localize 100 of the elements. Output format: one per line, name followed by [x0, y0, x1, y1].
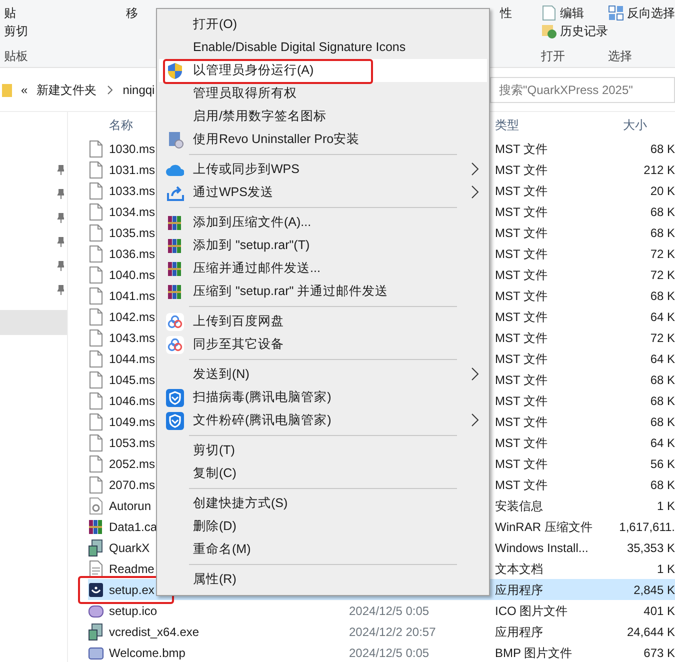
- menu-item[interactable]: 打开(O): [159, 13, 487, 36]
- stacked-books-icon: [167, 260, 183, 278]
- type-cell-text: WinRAR 压缩文件: [495, 518, 594, 536]
- overflow-chevron[interactable]: «: [21, 80, 28, 98]
- size-cell-text: 72 K: [649, 266, 675, 284]
- ribbon-group-label: 贴板: [4, 48, 29, 65]
- menu-item[interactable]: 压缩到 "setup.rar" 并通过邮件发送: [159, 280, 487, 303]
- menu-item[interactable]: 上传或同步到WPS: [159, 158, 487, 181]
- file-icon[interactable]: [88, 224, 104, 242]
- file-icon[interactable]: [88, 350, 104, 368]
- stacked-books-icon: [167, 214, 183, 232]
- menu-item[interactable]: 管理员取得所有权: [159, 82, 487, 105]
- type-cell-text: MST 文件: [495, 414, 548, 430]
- document-icon[interactable]: [541, 5, 557, 21]
- pin-icon[interactable]: [56, 285, 64, 295]
- size-cell-text: 1 K: [656, 560, 675, 578]
- menu-item[interactable]: 复制(C): [159, 462, 487, 485]
- file-icon[interactable]: [88, 182, 104, 200]
- installer-icon[interactable]: [88, 622, 104, 640]
- pin-icon[interactable]: [56, 165, 64, 175]
- type-cell-text: MST 文件: [495, 182, 548, 200]
- history-icon[interactable]: [541, 23, 557, 39]
- ribbon-command[interactable]: 贴: [4, 4, 16, 22]
- menu-item[interactable]: 添加到压缩文件(A)...: [159, 211, 487, 234]
- installer-icon[interactable]: [88, 538, 104, 556]
- breadcrumb[interactable]: ningqi: [122, 80, 155, 98]
- menu-item[interactable]: 重命名(M): [159, 538, 487, 561]
- date-cell-text: 2024/12/5 0:05: [349, 602, 430, 620]
- menu-item[interactable]: 以管理员身份运行(A): [159, 59, 487, 82]
- file-icon[interactable]: [88, 434, 104, 452]
- file-name[interactable]: Welcome.bmp: [109, 644, 349, 662]
- shield-icon: [166, 412, 184, 430]
- size-cell-text: 68 K: [649, 476, 675, 494]
- type-cell-text: MST 文件: [495, 372, 548, 388]
- folder-icon: [2, 82, 12, 98]
- menu-item[interactable]: 剪切(T): [159, 439, 487, 462]
- ribbon-command[interactable]: 编辑: [560, 4, 584, 22]
- file-icon[interactable]: [88, 244, 104, 262]
- app-icon[interactable]: [88, 580, 104, 598]
- date-cell-text: 2024/12/5 0:05: [349, 644, 430, 662]
- menu-item[interactable]: 发送到(N): [159, 363, 487, 386]
- ribbon-group-label: 选择: [608, 48, 633, 65]
- file-icon[interactable]: [88, 266, 104, 284]
- ribbon-command[interactable]: 反向选择: [627, 4, 675, 22]
- ribbon-command[interactable]: 剪切: [4, 22, 28, 40]
- ribbon-command[interactable]: 移: [126, 4, 138, 22]
- pin-icon[interactable]: [56, 213, 64, 223]
- file-icon[interactable]: [88, 412, 104, 430]
- size-cell-text: 20 K: [649, 182, 675, 200]
- column-header[interactable]: 类型: [495, 116, 615, 134]
- file-icon[interactable]: [88, 454, 104, 472]
- menu-item[interactable]: 启用/禁用数字签名图标: [159, 105, 487, 128]
- menu-item[interactable]: 文件粉碎(腾讯电脑管家): [159, 409, 487, 432]
- text-file-icon[interactable]: [88, 560, 104, 578]
- menu-item[interactable]: 同步至其它设备: [159, 333, 487, 356]
- pin-icon[interactable]: [56, 237, 64, 247]
- ribbon-command[interactable]: 历史记录: [560, 22, 608, 40]
- file-icon[interactable]: [88, 202, 104, 220]
- file-icon[interactable]: [88, 370, 104, 388]
- size-cell-text: 68 K: [649, 288, 675, 304]
- menu-item[interactable]: 通过WPS发送: [159, 181, 487, 204]
- type-cell-text: MST 文件: [495, 350, 548, 368]
- menu-item[interactable]: 扫描病毒(腾讯电脑管家): [159, 386, 487, 409]
- settings-file-icon[interactable]: [88, 496, 104, 514]
- size-cell-text: 68 K: [649, 224, 675, 242]
- pin-icon[interactable]: [56, 261, 64, 271]
- size-cell-text: 24,644 K: [626, 624, 675, 640]
- type-cell-text: 应用程序: [495, 624, 544, 640]
- file-name[interactable]: vcredist_x64.exe: [109, 622, 349, 640]
- menu-item[interactable]: 上传到百度网盘: [159, 310, 487, 333]
- file-name[interactable]: setup.ico: [109, 602, 349, 620]
- file-icon[interactable]: [88, 160, 104, 178]
- file-icon[interactable]: [88, 392, 104, 410]
- size-cell-text: 401 K: [642, 602, 675, 620]
- menu-item[interactable]: 添加到 "setup.rar"(T): [159, 234, 487, 257]
- menu-item[interactable]: 使用Revo Uninstaller Pro安装: [159, 128, 487, 151]
- breadcrumb[interactable]: 新建文件夹: [36, 80, 97, 98]
- file-icon[interactable]: [88, 476, 104, 494]
- type-cell-text: MST 文件: [495, 308, 548, 326]
- select-grid-icon[interactable]: [608, 5, 624, 21]
- search-field[interactable]: 搜索"QuarkXPress 2025": [490, 76, 675, 102]
- type-cell-text: Windows Install...: [495, 540, 590, 556]
- date-cell-text: 2024/12/2 20:57: [349, 624, 437, 640]
- shield-icon: [166, 62, 184, 80]
- file-icon[interactable]: [88, 140, 104, 158]
- stacked-books-icon: [167, 236, 183, 254]
- file-icon[interactable]: [88, 286, 104, 304]
- menu-item[interactable]: 删除(D): [159, 515, 487, 538]
- menu-item[interactable]: 压缩并通过邮件发送...: [159, 257, 487, 280]
- column-header[interactable]: 大小: [615, 116, 675, 134]
- size-cell-text: 2,845 K: [632, 582, 675, 598]
- menu-item[interactable]: Enable/Disable Digital Signature Icons: [159, 36, 487, 59]
- stacked-books-icon[interactable]: [88, 518, 104, 536]
- file-icon[interactable]: [88, 308, 104, 326]
- ribbon-command[interactable]: 性: [500, 4, 512, 22]
- menu-item[interactable]: 创建快捷方式(S): [159, 492, 487, 515]
- pin-icon[interactable]: [56, 189, 64, 199]
- menu-item[interactable]: 属性(R): [159, 568, 487, 591]
- type-cell-text: MST 文件: [495, 330, 548, 346]
- file-icon[interactable]: [88, 328, 104, 346]
